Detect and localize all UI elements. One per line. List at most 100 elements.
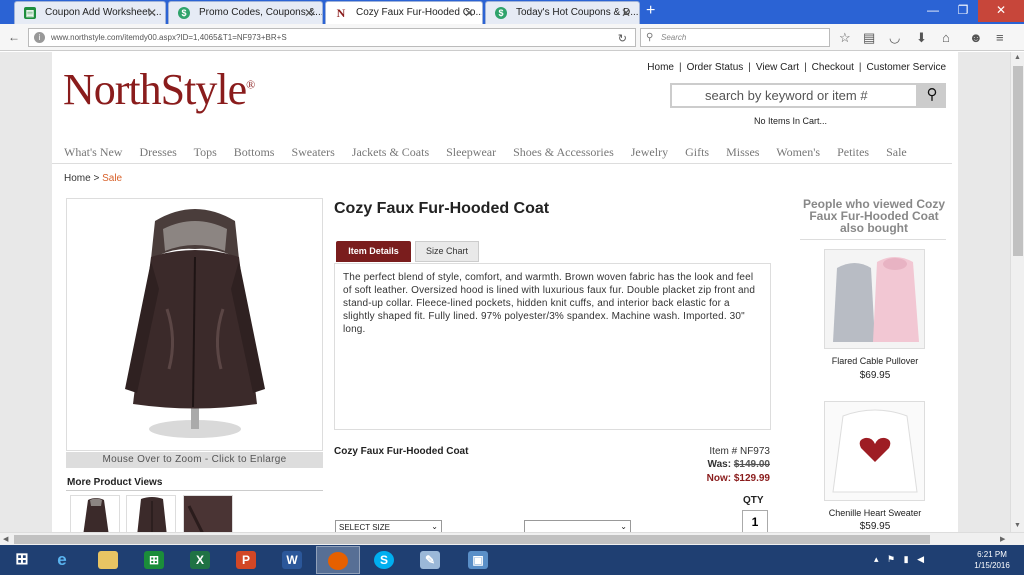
- link-order-status[interactable]: Order Status: [687, 62, 744, 73]
- download-icon[interactable]: ⬇: [916, 30, 927, 46]
- close-icon[interactable]: ✕: [464, 6, 474, 20]
- scrollbar-thumb[interactable]: [1013, 66, 1023, 256]
- taskbar-skype[interactable]: S: [362, 546, 406, 574]
- taskbar-paint[interactable]: ✎: [408, 546, 452, 574]
- excel-icon: X: [190, 551, 210, 569]
- size-select-value: SELECT SIZE: [339, 523, 390, 532]
- taskbar: ⊞ e ⊞ X P W S ✎ ▣ ▴ ⚑ ▮ ◀ 6:21 PM 1/15/2…: [0, 545, 1024, 575]
- tab-item-details[interactable]: Item Details: [336, 241, 411, 262]
- address-bar[interactable]: i www.northstyle.com/itemdy00.aspx?ID=1,…: [28, 28, 636, 47]
- paint-icon: ✎: [420, 551, 440, 569]
- link-customer-service[interactable]: Customer Service: [867, 62, 946, 73]
- site-search-input[interactable]: search by keyword or item #: [670, 83, 918, 108]
- category-sale[interactable]: Sale: [886, 145, 907, 159]
- recommendation-name[interactable]: Chenille Heart Sweater: [798, 508, 952, 518]
- taskbar-firefox[interactable]: [316, 546, 360, 574]
- color-select[interactable]: ⌄: [524, 520, 631, 532]
- link-checkout[interactable]: Checkout: [812, 62, 854, 73]
- category-nav: What's New Dresses Tops Bottoms Sweaters…: [52, 145, 952, 164]
- site-logo[interactable]: NorthStyle®: [63, 64, 255, 115]
- scroll-right-icon[interactable]: ▶: [1000, 535, 1005, 543]
- category-jewelry[interactable]: Jewelry: [631, 145, 668, 159]
- chat-icon[interactable]: ☻: [969, 30, 983, 45]
- chevron-down-icon: ⌄: [620, 522, 627, 531]
- product-thumbnail[interactable]: [126, 495, 176, 532]
- was-label: Was:: [707, 459, 732, 470]
- vertical-scrollbar[interactable]: ▲ ▼: [1010, 52, 1024, 532]
- network-icon[interactable]: ▮: [904, 554, 909, 564]
- separator: |: [678, 62, 682, 73]
- product-thumbnail[interactable]: [70, 495, 120, 532]
- window-close-icon[interactable]: ✕: [978, 0, 1024, 22]
- category-jackets-coats[interactable]: Jackets & Coats: [352, 145, 429, 159]
- heart-sweater-image: [825, 402, 924, 500]
- category-sleepwear[interactable]: Sleepwear: [446, 145, 496, 159]
- close-icon[interactable]: ✕: [147, 6, 157, 20]
- quantity-input[interactable]: 1: [742, 510, 768, 532]
- link-view-cart[interactable]: View Cart: [756, 62, 799, 73]
- scroll-down-icon[interactable]: ▼: [1014, 522, 1021, 529]
- category-dresses[interactable]: Dresses: [139, 145, 176, 159]
- tab-coupon-worksheet[interactable]: ▤ Coupon Add Worksheet ... ✕: [14, 1, 166, 24]
- category-whats-new[interactable]: What's New: [64, 145, 122, 159]
- recommendation-name[interactable]: Flared Cable Pullover: [798, 356, 952, 366]
- pocket-icon[interactable]: ◡: [889, 30, 900, 46]
- site-info-icon[interactable]: i: [34, 32, 45, 43]
- scroll-left-icon[interactable]: ◀: [3, 535, 8, 543]
- menu-icon[interactable]: ≡: [996, 30, 1004, 45]
- taskbar-ie[interactable]: e: [40, 546, 84, 574]
- tab-cozy-coat[interactable]: N Cozy Faux Fur-Hooded Co... ✕: [325, 1, 483, 24]
- reading-list-icon[interactable]: ▤: [863, 30, 875, 46]
- reload-icon[interactable]: ↻: [618, 32, 627, 45]
- category-womens[interactable]: Women's: [776, 145, 820, 159]
- browser-search-placeholder: Search: [661, 33, 687, 42]
- horizontal-scrollbar[interactable]: ◀ ▶: [0, 532, 1024, 545]
- link-home[interactable]: Home: [647, 62, 674, 73]
- taskbar-photo[interactable]: ▣: [456, 546, 500, 574]
- tab-hot-coupons[interactable]: $ Today's Hot Coupons & D... ✕: [485, 1, 640, 24]
- minimize-icon[interactable]: —: [918, 0, 948, 22]
- taskbar-file-explorer[interactable]: [86, 546, 130, 574]
- flag-icon[interactable]: ⚑: [887, 554, 895, 564]
- tab-promo-codes[interactable]: $ Promo Codes, Coupons &... ✕: [168, 1, 323, 24]
- category-misses[interactable]: Misses: [726, 145, 759, 159]
- separator: |: [748, 62, 751, 73]
- recommendation-image[interactable]: [824, 249, 925, 349]
- category-gifts[interactable]: Gifts: [685, 145, 709, 159]
- breadcrumb-home[interactable]: Home: [64, 173, 91, 184]
- chevron-down-icon: ⌄: [431, 522, 438, 531]
- site-search-button[interactable]: ⚲: [918, 83, 946, 108]
- category-shoes-accessories[interactable]: Shoes & Accessories: [513, 145, 614, 159]
- back-icon[interactable]: ←: [8, 30, 20, 44]
- recommendation-image[interactable]: [824, 401, 925, 501]
- tab-size-chart[interactable]: Size Chart: [415, 241, 479, 262]
- close-icon[interactable]: ✕: [621, 6, 631, 20]
- close-icon[interactable]: ✕: [304, 6, 314, 20]
- bookmark-star-icon[interactable]: ☆: [839, 30, 851, 46]
- scroll-up-icon[interactable]: ▲: [1014, 54, 1021, 61]
- taskbar-excel[interactable]: X: [178, 546, 222, 574]
- cart-status[interactable]: No Items In Cart...: [754, 116, 827, 126]
- category-tops[interactable]: Tops: [194, 145, 217, 159]
- product-image[interactable]: [66, 198, 323, 451]
- category-bottoms[interactable]: Bottoms: [234, 145, 275, 159]
- taskbar-word[interactable]: W: [270, 546, 314, 574]
- home-icon[interactable]: ⌂: [942, 30, 950, 45]
- scrollbar-thumb[interactable]: [14, 535, 930, 544]
- size-select[interactable]: SELECT SIZE ⌄: [335, 520, 442, 532]
- product-thumbnail[interactable]: [183, 495, 233, 532]
- category-petites[interactable]: Petites: [837, 145, 869, 159]
- breadcrumb-current[interactable]: Sale: [102, 173, 122, 184]
- divider: [66, 490, 323, 491]
- start-button[interactable]: ⊞: [0, 546, 44, 574]
- restore-icon[interactable]: ❐: [948, 0, 978, 22]
- category-sweaters[interactable]: Sweaters: [291, 145, 334, 159]
- url-text: www.northstyle.com/itemdy00.aspx?ID=1,40…: [51, 33, 287, 42]
- browser-search-input[interactable]: ⚲ Search: [640, 28, 830, 47]
- taskbar-powerpoint[interactable]: P: [224, 546, 268, 574]
- tray-arrow-icon[interactable]: ▴: [874, 554, 879, 564]
- taskbar-store[interactable]: ⊞: [132, 546, 176, 574]
- volume-icon[interactable]: ◀: [917, 554, 924, 564]
- new-tab-button[interactable]: +: [646, 2, 655, 20]
- clock[interactable]: 6:21 PM 1/15/2016: [970, 549, 1014, 571]
